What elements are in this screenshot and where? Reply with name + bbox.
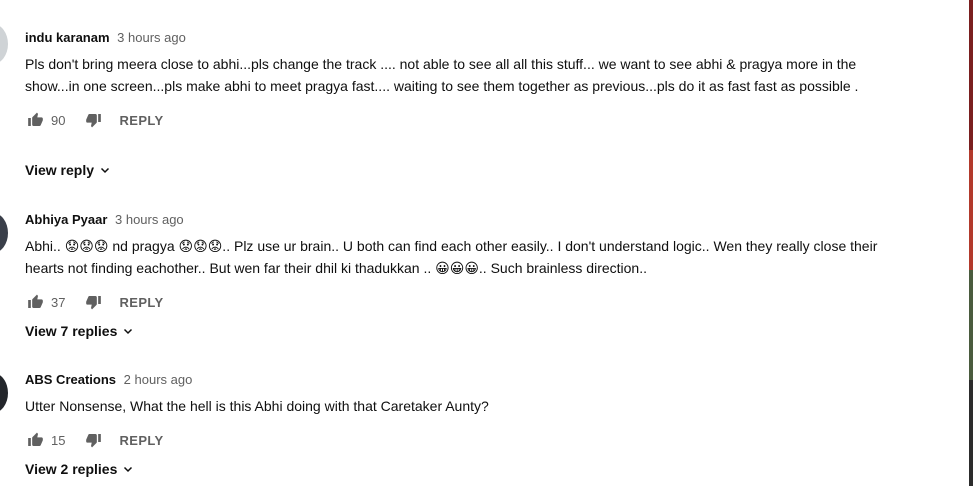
comment-actions: 37 REPLY (25, 290, 905, 314)
side-thumbnail-strip (969, 0, 973, 486)
reply-button[interactable]: REPLY (119, 113, 163, 128)
comment-author[interactable]: ABS Creations (25, 372, 116, 387)
comment-header: Abhiya Pyaar 3 hours ago (25, 212, 905, 228)
reply-button[interactable]: REPLY (119, 433, 163, 448)
comment-text: Utter Nonsense, What the hell is this Ab… (25, 398, 489, 414)
view-replies-label: View reply (25, 162, 95, 178)
comment: ABS Creations 2 hours ago Utter Nonsense… (25, 372, 905, 452)
like-count: 15 (51, 432, 66, 448)
comment-author[interactable]: indu karanam (25, 30, 110, 45)
thumbs-up-icon[interactable] (25, 430, 45, 450)
comment-header: ABS Creations 2 hours ago (25, 372, 905, 388)
comment-text: Abhi.. 😟😟😟 nd pragya 😟😟😟.. Plz use ur br… (25, 238, 878, 276)
like-count: 90 (51, 112, 66, 128)
thumbs-up-icon[interactable] (25, 110, 45, 130)
chevron-down-icon (99, 164, 111, 176)
avatar[interactable] (0, 24, 8, 64)
comment-actions: 90 REPLY (25, 108, 905, 132)
comment-header: indu karanam 3 hours ago (25, 30, 905, 46)
view-replies-button[interactable]: View 7 replies (25, 323, 134, 339)
avatar[interactable] (0, 373, 8, 413)
thumbs-down-icon[interactable] (83, 430, 103, 450)
comment-text: Pls don't bring meera close to abhi...pl… (25, 56, 859, 94)
like-count: 37 (51, 294, 66, 310)
comment-author[interactable]: Abhiya Pyaar (25, 212, 107, 227)
comment: Abhiya Pyaar 3 hours ago Abhi.. 😟😟😟 nd p… (25, 212, 905, 314)
comment-time[interactable]: 3 hours ago (115, 212, 184, 227)
view-replies-label: View 7 replies (25, 323, 118, 339)
thumbs-down-icon[interactable] (83, 292, 103, 312)
comment-actions: 15 REPLY (25, 428, 905, 452)
thumbs-down-icon[interactable] (83, 110, 103, 130)
view-replies-button[interactable]: View reply (25, 162, 111, 178)
chevron-down-icon (122, 463, 134, 475)
comment-time[interactable]: 3 hours ago (117, 30, 186, 45)
view-replies-label: View 2 replies (25, 461, 118, 477)
thumbs-up-icon[interactable] (25, 292, 45, 312)
comment-time[interactable]: 2 hours ago (124, 372, 193, 387)
avatar[interactable] (0, 213, 8, 253)
view-replies-button[interactable]: View 2 replies (25, 461, 134, 477)
comment: indu karanam 3 hours ago Pls don't bring… (25, 30, 905, 132)
reply-button[interactable]: REPLY (119, 295, 163, 310)
chevron-down-icon (122, 325, 134, 337)
